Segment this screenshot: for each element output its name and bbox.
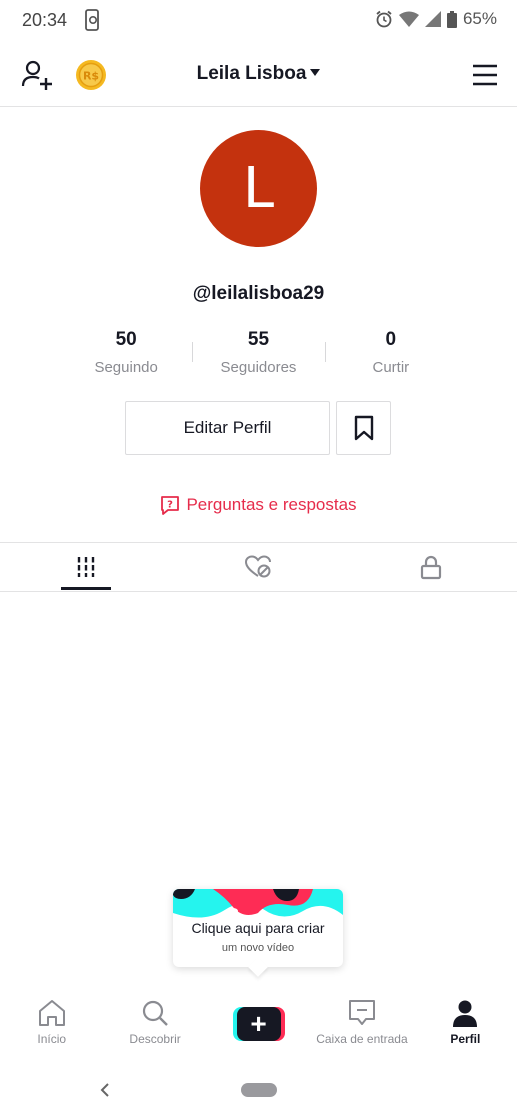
nav-label: Início [37,1032,67,1046]
alarm-icon [376,10,392,28]
nav-inbox[interactable]: Caixa de entrada [310,990,413,1054]
bookmark-icon [354,415,373,441]
favorites-button[interactable] [336,401,391,455]
battery-icon [446,10,457,28]
profile-stats: 50 Seguindo 55 Seguidores 0 Curtir [60,326,457,378]
tab-videos[interactable] [0,543,172,591]
wifi-icon [398,11,419,27]
profile-header: R$ Leila Lisboa [0,44,517,107]
inbox-icon [348,1000,375,1025]
search-icon [143,1000,168,1026]
stat-label: Curtir [372,359,410,376]
nav-label: Descobrir [129,1032,181,1046]
tooltip-subtitle: um novo vídeo [221,942,295,954]
home-icon [38,1000,65,1026]
question-chat-icon: ? [161,496,180,515]
stat-likes[interactable]: 0 Curtir [324,326,457,378]
stat-value: 55 [247,329,270,350]
nav-label: Perfil [450,1032,481,1046]
content-tabs [0,542,517,592]
heart-hidden-icon [245,555,272,578]
stat-following[interactable]: 50 Seguindo [60,326,192,378]
nav-create[interactable]: + [207,990,310,1054]
battery-level: 65% [462,9,497,28]
tab-private[interactable] [345,543,517,591]
create-button[interactable]: + [232,1007,285,1041]
nav-label: Caixa de entrada [316,1032,408,1046]
phone-sync-icon [85,9,99,31]
stat-followers[interactable]: 55 Seguidores [192,326,324,378]
system-home-pill[interactable] [241,1083,277,1097]
status-bar: 20:34 65% [0,0,517,42]
qa-link[interactable]: ? Perguntas e respostas [0,495,517,515]
status-icons: 65% [375,9,497,29]
page-title: Leila Lisboa [196,63,307,84]
stat-value: 50 [115,329,137,350]
stat-value: 0 [385,329,397,350]
edit-profile-button[interactable]: Editar Perfil [125,401,330,455]
qa-label: Perguntas e respostas [186,495,357,514]
stat-label: Seguidores [220,359,297,376]
svg-text:?: ? [168,500,174,511]
tooltip-arrow [248,957,268,977]
nav-profile[interactable]: Perfil [414,990,517,1054]
plus-icon: + [236,1007,281,1041]
nav-home[interactable]: Início [0,990,103,1054]
avatar[interactable]: L [200,130,317,247]
nav-discover[interactable]: Descobrir [103,990,206,1054]
menu-icon[interactable] [471,61,499,89]
grid-icon [77,557,95,577]
username: @leilalisboa29 [192,283,325,304]
lock-icon [420,555,441,580]
tab-liked[interactable] [172,543,344,591]
status-time: 20:34 [22,10,68,30]
stat-label: Seguindo [94,359,158,376]
bottom-nav: Início Descobrir + Caixa de entrada Perf… [0,990,517,1054]
account-switcher[interactable]: Leila Lisboa [0,63,517,85]
profile-icon [453,1000,478,1027]
create-video-tooltip[interactable]: Clique aqui para criar um novo vídeo [173,889,343,977]
avatar-letter: L [242,156,275,221]
signal-icon [424,11,441,27]
system-back-icon[interactable] [98,1080,112,1100]
active-tab-indicator [61,587,111,590]
tooltip-title: Clique aqui para criar [191,920,325,936]
caret-down-icon [310,69,321,76]
